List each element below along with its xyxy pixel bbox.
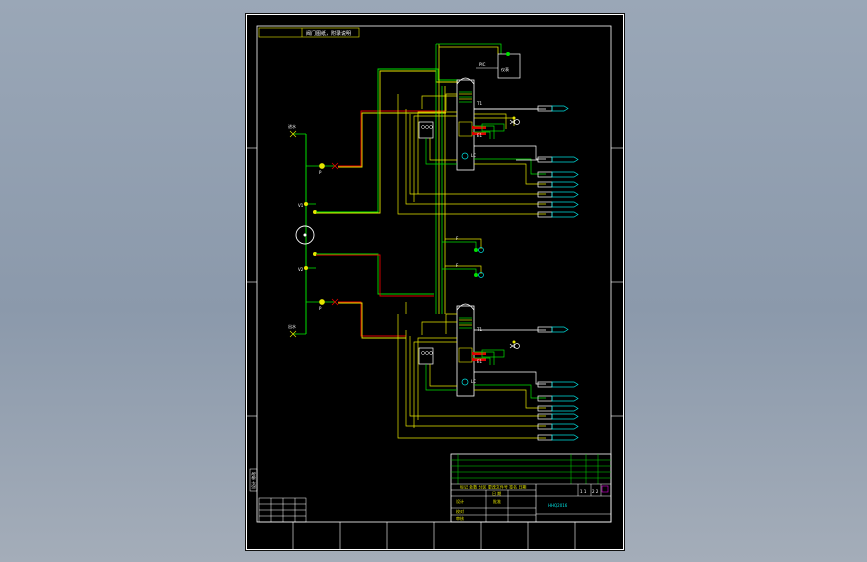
scale-text: 1 1	[580, 489, 587, 494]
inner-frame	[256, 25, 612, 523]
title-note-text: 阀门图纸，附录说明	[306, 30, 351, 37]
separation-column-upper: T1 E1 LC	[456, 77, 505, 171]
mid-instruments: F F	[442, 236, 484, 278]
sheet-mark: 2 2	[592, 489, 599, 494]
svg-text:进水: 进水	[288, 123, 296, 129]
separation-column-lower	[456, 303, 505, 397]
trunk-lines	[435, 43, 502, 314]
row-label-3: 审核	[456, 515, 464, 521]
zone-ticks	[246, 147, 624, 550]
side-label: 设计 修改	[250, 472, 256, 489]
row-label-4: 批准	[493, 498, 501, 504]
svg-text:出水: 出水	[288, 323, 296, 329]
pump-label-1: P	[319, 170, 322, 175]
svg-text:V1: V1	[298, 203, 304, 208]
feed-manifold: 进水 出水 P P V1 V2	[288, 123, 339, 338]
svg-text:F: F	[456, 263, 459, 268]
pump-label-2: P	[319, 306, 322, 311]
main-pipe-runs	[316, 68, 458, 339]
svg-text:仪表: 仪表	[501, 66, 509, 72]
svg-text:E1: E1	[477, 133, 483, 138]
title-block: 标记 处数 分区 更改文件号 签名 日期 日 期 1 1 2 2 HHQ2016…	[450, 453, 612, 523]
column-feed-lines-lower	[397, 302, 546, 439]
revision-table	[258, 497, 307, 523]
drawing-sheet: 阀门图纸，附录说明 设计 修改 标记 处数 分区 更改文件号 签名 日期 日 期…	[245, 13, 625, 551]
svg-text:LC: LC	[471, 153, 476, 158]
svg-text:V2: V2	[298, 267, 304, 272]
row-label-date: 日 期	[492, 490, 501, 496]
outer-frame	[246, 14, 624, 550]
row-label-1: 设计	[456, 498, 464, 504]
drawing-number: HHQ2016	[548, 503, 568, 508]
svg-text:F: F	[456, 236, 459, 241]
svg-text:T1: T1	[476, 101, 482, 106]
svg-text:PIC: PIC	[479, 62, 486, 67]
top-instrument-box: 仪表 PIC	[476, 52, 521, 79]
process-flow-diagram: 阀门图纸，附录说明 设计 修改 标记 处数 分区 更改文件号 签名 日期 日 期…	[246, 14, 624, 550]
row-label-2: 校对	[456, 508, 464, 514]
svg-text:标记 处数 分区 更改文件号 签名 日期: 标记 处数 分区 更改文件号 签名 日期	[460, 484, 526, 490]
cad-viewport[interactable]: 阀门图纸，附录说明 设计 修改 标记 处数 分区 更改文件号 签名 日期 日 期…	[0, 0, 867, 562]
